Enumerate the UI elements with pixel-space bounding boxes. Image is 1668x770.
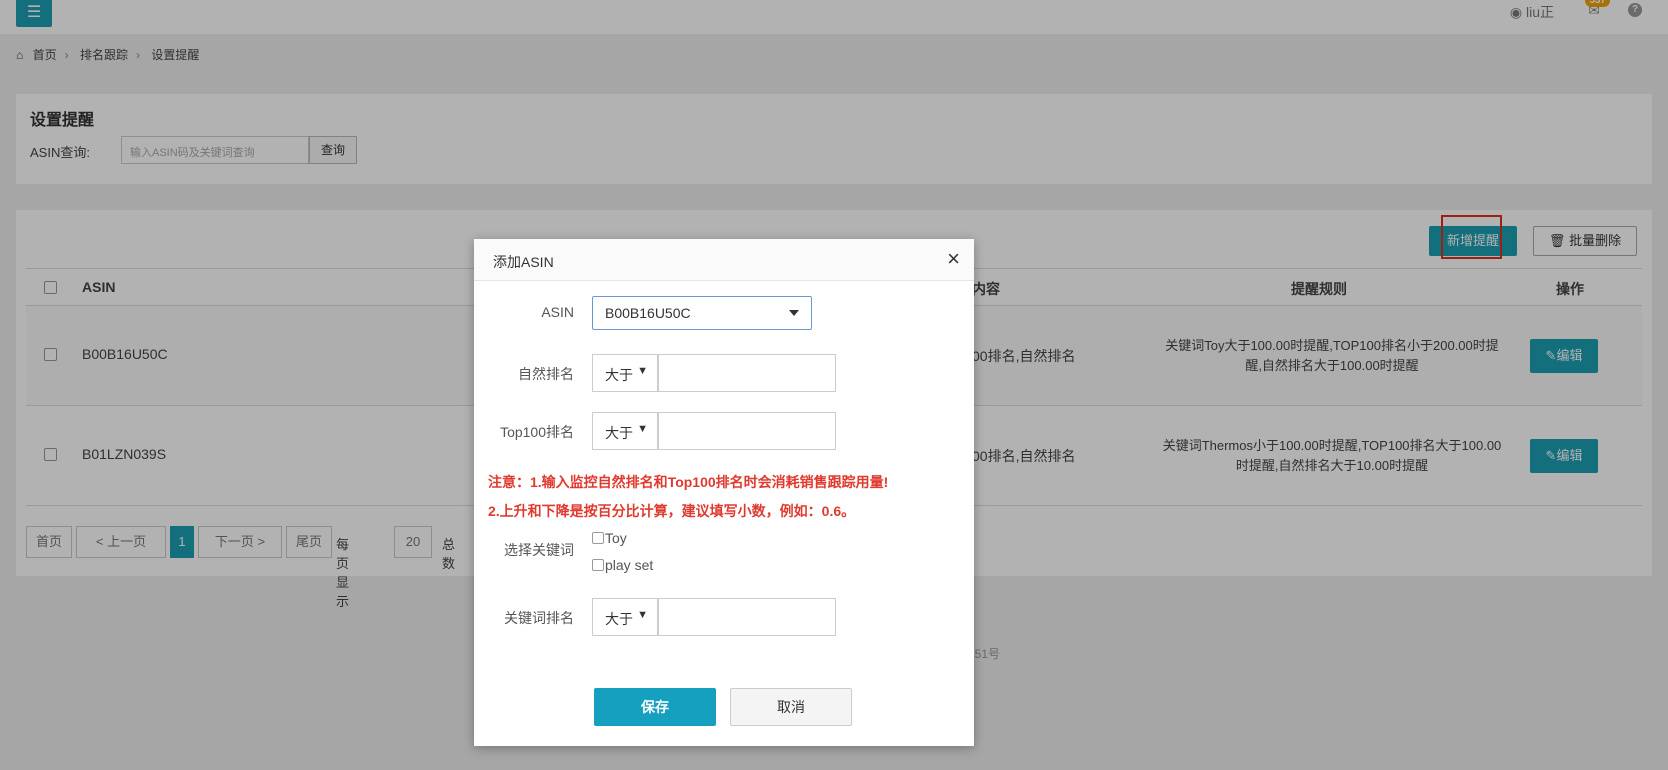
dialog-title: 添加ASIN xyxy=(493,254,554,270)
operator-value: 大于 xyxy=(605,425,633,441)
asin-select[interactable]: B00B16U50C xyxy=(592,296,812,330)
keyword-checkbox[interactable] xyxy=(592,559,604,571)
notice-line-2: 2.上升和下降是按百分比计算，建议填写小数，例如：0.6。 xyxy=(488,503,856,519)
triangle-down-icon: ▼ xyxy=(637,365,648,377)
top100-rank-label: Top100排名 xyxy=(500,424,574,440)
triangle-down-icon: ▼ xyxy=(637,423,648,435)
operator-value: 大于 xyxy=(605,611,633,627)
natural-rank-input[interactable] xyxy=(658,354,836,392)
keyword-option[interactable]: Toy xyxy=(592,530,627,546)
asin-label: ASIN xyxy=(541,304,574,320)
asin-select-value: B00B16U50C xyxy=(605,305,691,321)
natural-rank-operator-select[interactable]: 大于 ▼ xyxy=(592,354,658,392)
natural-rank-label: 自然排名 xyxy=(518,366,574,382)
keyword-label: play set xyxy=(605,557,654,573)
keyword-checkbox[interactable] xyxy=(592,532,604,544)
add-asin-dialog: 添加ASIN × ASIN B00B16U50C 自然排名 大于 ▼ Top100… xyxy=(474,239,974,746)
keyword-label: Toy xyxy=(605,530,627,546)
notice-line-1: 注意：1.输入监控自然排名和Top100排名时会消耗销售跟踪用量! xyxy=(488,474,889,490)
dialog-header: 添加ASIN × xyxy=(474,239,974,281)
close-icon[interactable]: × xyxy=(947,248,960,270)
keyword-option[interactable]: play set xyxy=(592,557,653,573)
top100-rank-operator-select[interactable]: 大于 ▼ xyxy=(592,412,658,450)
keyword-rank-operator-select[interactable]: 大于 ▼ xyxy=(592,598,658,636)
save-button[interactable]: 保存 xyxy=(594,688,716,726)
keyword-rank-input[interactable] xyxy=(658,598,836,636)
keyword-rank-label: 关键词排名 xyxy=(504,610,574,626)
triangle-down-icon: ▼ xyxy=(637,609,648,621)
caret-down-icon xyxy=(789,310,799,316)
cancel-button[interactable]: 取消 xyxy=(730,688,852,726)
operator-value: 大于 xyxy=(605,367,633,383)
top100-rank-input[interactable] xyxy=(658,412,836,450)
keyword-select-label: 选择关键词 xyxy=(504,542,574,558)
